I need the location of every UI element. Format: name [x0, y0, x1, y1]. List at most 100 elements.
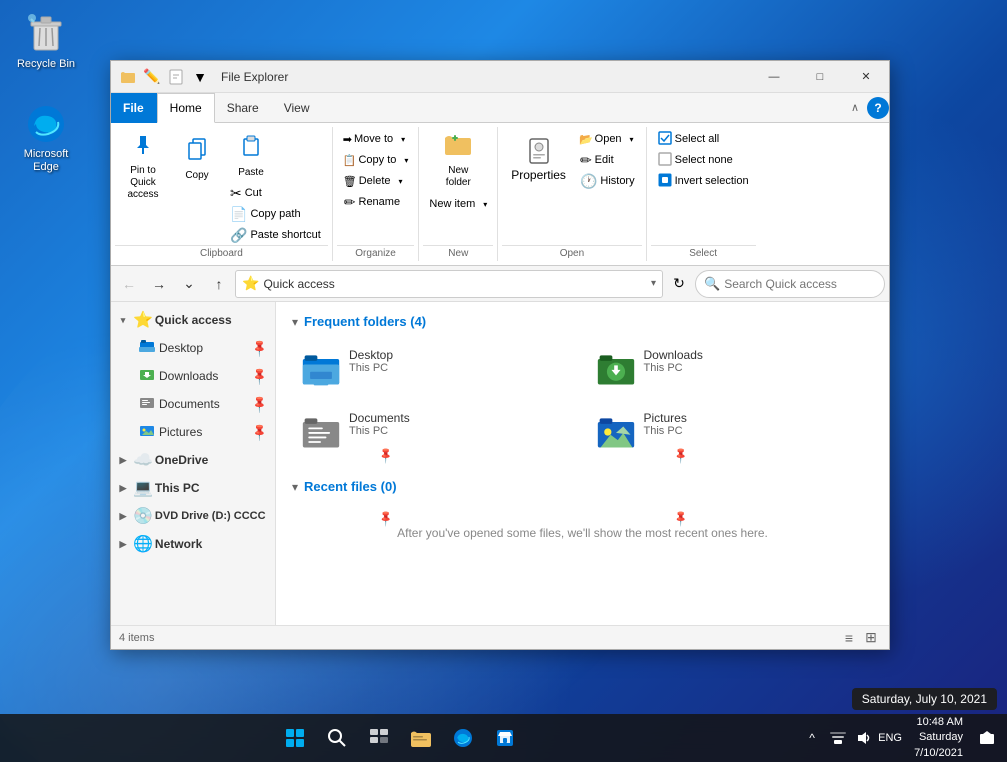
move-to-button[interactable]: ➡ Move to	[339, 129, 397, 149]
sidebar-this-pc[interactable]: ▶ 💻 This PC	[111, 474, 275, 502]
cut-button[interactable]: ✂ Cut	[225, 183, 326, 203]
copy-icon	[185, 137, 209, 168]
open-button[interactable]: 📂 Open	[575, 129, 626, 149]
delete-icon: 🗑	[343, 175, 357, 188]
list-view-button[interactable]: ≡	[839, 628, 859, 648]
edge-taskbar-button[interactable]	[443, 718, 483, 758]
open-arrow[interactable]: ▾	[626, 129, 638, 149]
show-hidden-tray-button[interactable]: ^	[800, 726, 824, 750]
new-folder-button[interactable]: Newfolder	[432, 129, 484, 192]
select-all-button[interactable]: Select all	[653, 129, 754, 149]
new-item-arrow[interactable]: ▾	[479, 194, 491, 214]
documents-folder-icon-large	[301, 412, 341, 452]
select-none-button[interactable]: Select none	[653, 150, 754, 170]
address-chevron-icon: ▾	[651, 278, 656, 289]
sidebar-item-desktop[interactable]: Desktop 📌	[111, 334, 275, 362]
maximize-button[interactable]: □	[797, 61, 843, 93]
system-clock[interactable]: 10:48 AM Saturday 7/10/2021	[906, 715, 971, 761]
documents-folder-info: Documents This PC 📌	[349, 411, 570, 452]
search-input[interactable]	[724, 277, 876, 291]
desktop-folder-icon	[139, 339, 155, 358]
sidebar-quick-access-header[interactable]: ▾ ⭐ Quick access	[111, 306, 275, 334]
desktop-icon-edge[interactable]: Microsoft Edge	[10, 100, 82, 178]
sidebar-item-documents[interactable]: Documents 📌	[111, 390, 275, 418]
close-button[interactable]: ✕	[843, 61, 889, 93]
up-button[interactable]: ↑	[205, 270, 233, 298]
move-to-arrow[interactable]: ▾	[397, 129, 409, 149]
copy-to-button[interactable]: 📋 Copy to	[339, 150, 401, 170]
copy-button[interactable]: Copy	[171, 129, 223, 189]
dvd-drive-label: DVD Drive (D:) CCCC	[155, 510, 266, 522]
recent-files-header[interactable]: ▾ Recent files (0)	[292, 479, 873, 494]
edit-button[interactable]: ✏ Edit	[575, 150, 640, 170]
address-bar[interactable]: ⭐ Quick access ▾	[235, 270, 663, 298]
new-item-button[interactable]: New item	[425, 194, 479, 214]
network-tray-icon[interactable]	[826, 726, 850, 750]
nav-bar: ← → ⌄ ↑ ⭐ Quick access ▾ ↻ 🔍	[111, 266, 889, 302]
quick-access-star-icon: ⭐	[133, 310, 153, 330]
copy-to-icon: 📋	[343, 154, 357, 167]
history-icon: 🕐	[580, 173, 597, 190]
tab-home[interactable]: Home	[157, 93, 215, 123]
tab-share[interactable]: Share	[215, 93, 272, 123]
desktop-icon-recycle-bin[interactable]: Recycle Bin	[10, 10, 82, 75]
history-button[interactable]: 🕐 History	[575, 171, 640, 191]
copy-to-arrow[interactable]: ▾	[400, 150, 412, 170]
paste-shortcut-button[interactable]: 🔗 Paste shortcut	[225, 225, 326, 245]
taskbar-right: ^ ENG 10:48 AM Sa	[800, 715, 1007, 761]
file-explorer-taskbar-button[interactable]	[401, 718, 441, 758]
notifications-button[interactable]	[975, 726, 999, 750]
select-all-label: Select all	[675, 133, 720, 145]
refresh-button[interactable]: ↻	[665, 270, 693, 298]
recent-locations-button[interactable]: ⌄	[175, 270, 203, 298]
sidebar-item-downloads[interactable]: Downloads 📌	[111, 362, 275, 390]
desktop-folder-name: Desktop	[349, 348, 570, 362]
grid-view-button[interactable]: ⊞	[861, 628, 881, 648]
help-button[interactable]: ?	[867, 97, 889, 119]
quick-access-expand-icon: ▾	[115, 312, 131, 328]
search-bar[interactable]: 🔍	[695, 270, 885, 298]
qat-down-btn[interactable]: ▼	[189, 66, 211, 88]
sidebar-dvd-drive[interactable]: ▶ 💿 DVD Drive (D:) CCCC	[111, 502, 275, 530]
start-button[interactable]	[275, 718, 315, 758]
invert-selection-button[interactable]: Invert selection	[653, 171, 754, 191]
onedrive-icon: ☁️	[133, 450, 153, 470]
new-folder-label: Newfolder	[446, 165, 471, 189]
paste-button[interactable]: Paste	[225, 129, 277, 182]
cut-label: Cut	[245, 187, 262, 199]
ribbon-collapse-btn[interactable]: ∧	[847, 97, 863, 119]
minimize-button[interactable]: —	[751, 61, 797, 93]
rename-icon: ✏	[344, 194, 356, 211]
edit-icon: ✏	[580, 152, 592, 169]
sidebar-onedrive[interactable]: ▶ ☁️ OneDrive	[111, 446, 275, 474]
forward-button[interactable]: →	[145, 270, 173, 298]
frequent-folders-title: Frequent folders (4)	[304, 314, 426, 329]
tab-file[interactable]: File	[111, 93, 157, 123]
clipboard-group-label: Clipboard	[115, 245, 328, 261]
pin-to-quick-access-button[interactable]: Pin to Quick access	[117, 129, 169, 204]
frequent-folders-header[interactable]: ▾ Frequent folders (4)	[292, 314, 873, 329]
recent-files-chevron: ▾	[292, 480, 298, 494]
explorer-body: ▾ ⭐ Quick access Desktop 📌	[111, 302, 889, 625]
store-taskbar-button[interactable]	[485, 718, 525, 758]
qat-new-btn[interactable]	[165, 66, 187, 88]
task-view-button[interactable]	[359, 718, 399, 758]
delete-button[interactable]: 🗑 Delete	[339, 171, 395, 191]
qat-edit-btn[interactable]: ✏️	[141, 66, 163, 88]
sidebar-network[interactable]: ▶ 🌐 Network	[111, 530, 275, 558]
back-button[interactable]: ←	[115, 270, 143, 298]
qat-folder-btn[interactable]	[117, 66, 139, 88]
address-text: Quick access	[263, 277, 647, 291]
properties-button[interactable]: Properties	[504, 129, 573, 189]
delete-arrow[interactable]: ▾	[395, 171, 407, 191]
ribbon-content: Pin to Quick access Copy	[111, 123, 889, 265]
search-taskbar-button[interactable]	[317, 718, 357, 758]
tray-icons: ^ ENG	[800, 726, 902, 750]
tab-view[interactable]: View	[272, 93, 323, 123]
sidebar-item-pictures[interactable]: Pictures 📌	[111, 418, 275, 446]
dvd-drive-icon: 💿	[133, 506, 153, 526]
rename-button[interactable]: ✏ Rename	[339, 192, 413, 212]
language-tray-icon[interactable]: ENG	[878, 726, 902, 750]
volume-tray-icon[interactable]	[852, 726, 876, 750]
copy-path-button[interactable]: 📄 Copy path	[225, 204, 326, 224]
